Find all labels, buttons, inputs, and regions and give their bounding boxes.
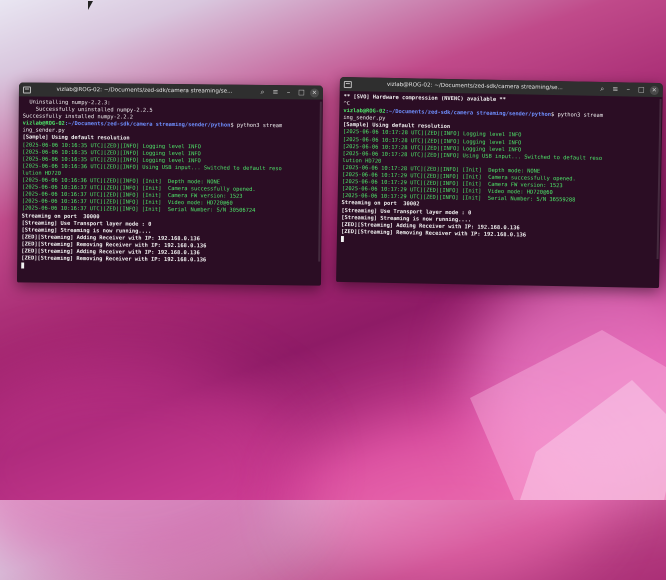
prompt-user: vizlab@ROG-02: [343, 108, 386, 115]
close-icon[interactable]: ✕: [649, 85, 659, 95]
text-cursor-icon: [21, 262, 25, 269]
new-tab-icon[interactable]: [22, 85, 32, 94]
maximize-icon[interactable]: □: [637, 85, 646, 95]
prompt-command: $ python3 stream: [230, 122, 283, 130]
close-icon[interactable]: ✕: [309, 87, 320, 98]
search-icon[interactable]: ⌕: [598, 84, 607, 94]
terminal-output[interactable]: Uninstalling numpy-2.2.3: Successfully u…: [17, 96, 323, 276]
prompt-command: $ python3 stream: [550, 112, 604, 120]
prompt-user: vizlab@ROG-02: [22, 120, 65, 128]
mouse-cursor-icon: [88, 1, 93, 10]
window-title: vizlab@ROG-02: ~/Documents/zed-sdk/camer…: [56, 86, 233, 95]
menu-icon[interactable]: ≡: [611, 84, 620, 94]
terminal-window-left[interactable]: vizlab@ROG-02: ~/Documents/zed-sdk/camer…: [16, 82, 324, 286]
search-icon[interactable]: ⌕: [258, 87, 267, 97]
terminal-window-right[interactable]: vizlab@ROG-02: ~/Documents/zed-sdk/camer…: [336, 76, 663, 289]
maximize-icon[interactable]: □: [297, 87, 306, 97]
window-title: vizlab@ROG-02: ~/Documents/zed-sdk/camer…: [386, 81, 563, 92]
terminal-output[interactable]: ** [SVO] Hardware compression (NVENC) av…: [337, 91, 663, 253]
minimize-icon[interactable]: –: [284, 87, 293, 97]
new-tab-icon[interactable]: [343, 80, 352, 88]
minimize-icon[interactable]: –: [624, 84, 633, 94]
prompt-path: :~/Documents/zed-sdk/camera streaming/se…: [64, 121, 231, 129]
menu-icon[interactable]: ≡: [271, 87, 280, 97]
text-cursor-icon: [340, 235, 344, 242]
